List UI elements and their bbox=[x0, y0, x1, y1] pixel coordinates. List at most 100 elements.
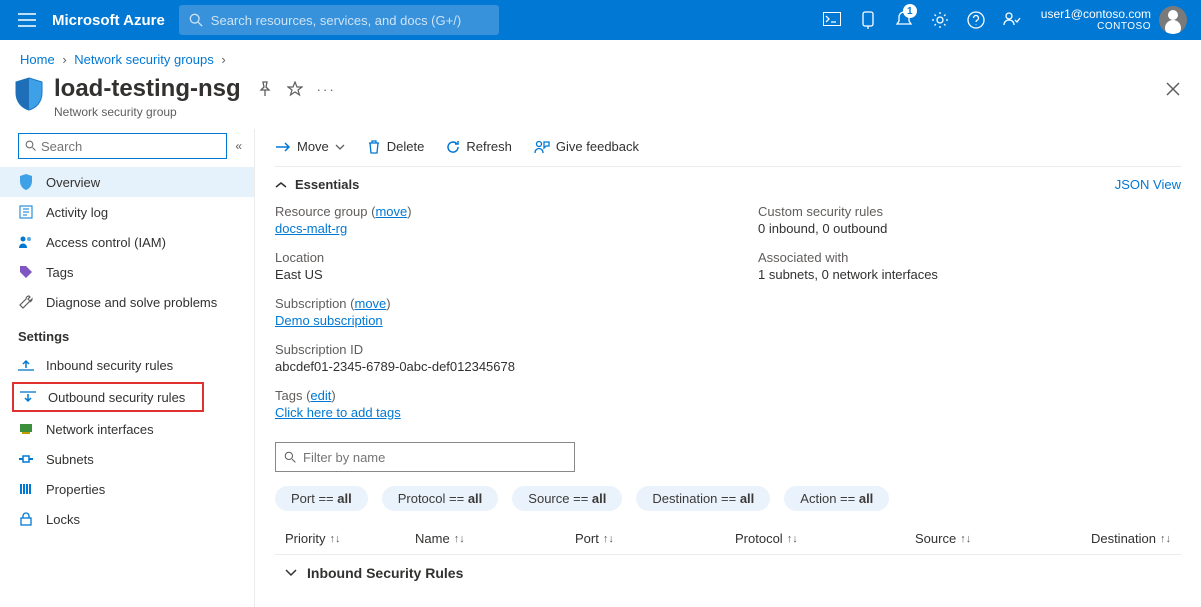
cloud-shell-icon[interactable] bbox=[815, 0, 849, 40]
feedback-icon[interactable] bbox=[995, 0, 1029, 40]
shield-icon bbox=[18, 174, 34, 190]
arrow-right-icon bbox=[275, 141, 291, 153]
inbound-section-label: Inbound Security Rules bbox=[307, 565, 463, 581]
trash-icon bbox=[367, 140, 381, 154]
move-rg-link[interactable]: move bbox=[375, 204, 407, 219]
filter-input[interactable] bbox=[303, 450, 566, 465]
search-icon bbox=[189, 13, 203, 27]
sort-icon: ↑↓ bbox=[960, 533, 971, 545]
essentials-header[interactable]: Essentials JSON View bbox=[275, 166, 1181, 196]
breadcrumb-nsg[interactable]: Network security groups bbox=[74, 52, 213, 67]
nic-icon bbox=[18, 421, 34, 437]
sidebar-item-subnets[interactable]: Subnets bbox=[0, 444, 254, 474]
breadcrumb-home[interactable]: Home bbox=[20, 52, 55, 67]
subscription-label: Subscription (move) bbox=[275, 296, 698, 311]
sidebar-item-access-control[interactable]: Access control (IAM) bbox=[0, 227, 254, 257]
sidebar-item-network-interfaces[interactable]: Network interfaces bbox=[0, 414, 254, 444]
sidebar-search[interactable] bbox=[18, 133, 227, 159]
search-icon bbox=[25, 140, 37, 152]
edit-tags-link[interactable]: edit bbox=[310, 388, 331, 403]
directories-icon[interactable] bbox=[851, 0, 885, 40]
sort-icon: ↑↓ bbox=[1160, 533, 1171, 545]
sidebar-item-properties[interactable]: Properties bbox=[0, 474, 254, 504]
sidebar-item-tags[interactable]: Tags bbox=[0, 257, 254, 287]
sidebar-item-label: Tags bbox=[46, 265, 73, 280]
help-icon[interactable] bbox=[959, 0, 993, 40]
inbound-section-toggle[interactable]: Inbound Security Rules bbox=[275, 554, 1181, 587]
move-label: Move bbox=[297, 139, 329, 154]
subnet-icon bbox=[18, 451, 34, 467]
resource-title-row: load-testing-nsg Network security group … bbox=[0, 75, 1201, 129]
add-tags-link[interactable]: Click here to add tags bbox=[275, 405, 401, 420]
location-label: Location bbox=[275, 250, 698, 265]
close-icon[interactable] bbox=[1165, 81, 1181, 97]
refresh-button[interactable]: Refresh bbox=[446, 139, 512, 154]
chevron-right-icon: › bbox=[62, 52, 66, 67]
sidebar-item-activity-log[interactable]: Activity log bbox=[0, 197, 254, 227]
hamburger-icon[interactable] bbox=[8, 13, 46, 27]
more-icon[interactable]: ··· bbox=[317, 82, 336, 97]
sidebar-item-locks[interactable]: Locks bbox=[0, 504, 254, 534]
user-menu[interactable]: user1@contoso.com CONTOSO bbox=[1029, 6, 1193, 34]
json-view-link[interactable]: JSON View bbox=[1115, 177, 1181, 192]
sidebar-item-label: Locks bbox=[46, 512, 80, 527]
global-search[interactable] bbox=[179, 5, 499, 35]
delete-button[interactable]: Delete bbox=[367, 139, 425, 154]
col-source[interactable]: Source↑↓ bbox=[915, 531, 1075, 546]
sidebar-item-label: Properties bbox=[46, 482, 105, 497]
rules-table-header: Priority↑↓ Name↑↓ Port↑↓ Protocol↑↓ Sour… bbox=[275, 523, 1181, 554]
resource-group-link[interactable]: docs-malt-rg bbox=[275, 221, 347, 236]
inbound-icon bbox=[18, 357, 34, 373]
sidebar-item-outbound-rules[interactable]: Outbound security rules bbox=[12, 382, 204, 412]
pill-action[interactable]: Action == all bbox=[784, 486, 889, 511]
chevron-up-icon bbox=[275, 181, 287, 189]
location-value: East US bbox=[275, 267, 698, 282]
breadcrumb: Home › Network security groups › bbox=[0, 40, 1201, 75]
resource-group-label: Resource group (move) bbox=[275, 204, 698, 219]
notification-badge: 1 bbox=[903, 4, 917, 18]
custom-rules-value: 0 inbound, 0 outbound bbox=[758, 221, 1181, 236]
sidebar-item-label: Subnets bbox=[46, 452, 94, 467]
people-icon bbox=[18, 234, 34, 250]
sidebar-item-inbound-rules[interactable]: Inbound security rules bbox=[0, 350, 254, 380]
refresh-icon bbox=[446, 140, 460, 154]
sidebar-item-diagnose[interactable]: Diagnose and solve problems bbox=[0, 287, 254, 317]
sidebar-item-label: Access control (IAM) bbox=[46, 235, 166, 250]
sidebar-item-overview[interactable]: Overview bbox=[0, 167, 254, 197]
filter-by-name[interactable] bbox=[275, 442, 575, 472]
pin-icon[interactable] bbox=[257, 81, 273, 97]
collapse-sidebar-icon[interactable]: « bbox=[235, 139, 242, 153]
essentials-grid: Resource group (move) docs-malt-rg Locat… bbox=[275, 196, 1181, 434]
sidebar-search-input[interactable] bbox=[41, 139, 220, 154]
col-protocol[interactable]: Protocol↑↓ bbox=[735, 531, 915, 546]
settings-icon[interactable] bbox=[923, 0, 957, 40]
subscription-id-value: abcdef01-2345-6789-0abc-def012345678 bbox=[275, 359, 698, 374]
col-destination[interactable]: Destination↑↓ bbox=[1075, 531, 1181, 546]
user-tenant: CONTOSO bbox=[1041, 21, 1151, 32]
sidebar-item-label: Diagnose and solve problems bbox=[46, 295, 217, 310]
pill-protocol[interactable]: Protocol == all bbox=[382, 486, 499, 511]
sidebar-item-label: Outbound security rules bbox=[48, 390, 185, 405]
brand-label[interactable]: Microsoft Azure bbox=[46, 12, 179, 29]
pill-source[interactable]: Source == all bbox=[512, 486, 622, 511]
star-icon[interactable] bbox=[287, 81, 303, 97]
col-priority[interactable]: Priority↑↓ bbox=[275, 531, 415, 546]
move-button[interactable]: Move bbox=[275, 139, 345, 154]
subscription-link[interactable]: Demo subscription bbox=[275, 313, 383, 328]
command-bar: Move Delete Refresh bbox=[275, 135, 1181, 166]
move-sub-link[interactable]: move bbox=[355, 296, 387, 311]
sidebar: « Overview Activity log Access control (… bbox=[0, 129, 255, 607]
feedback-button[interactable]: Give feedback bbox=[534, 139, 639, 154]
notifications-icon[interactable]: 1 bbox=[887, 0, 921, 40]
essentials-label: Essentials bbox=[295, 177, 359, 192]
search-icon bbox=[284, 451, 297, 464]
pill-port[interactable]: Port == all bbox=[275, 486, 368, 511]
global-search-input[interactable] bbox=[211, 13, 489, 28]
col-port[interactable]: Port↑↓ bbox=[575, 531, 735, 546]
col-name[interactable]: Name↑↓ bbox=[415, 531, 575, 546]
pill-destination[interactable]: Destination == all bbox=[636, 486, 770, 511]
sidebar-item-label: Inbound security rules bbox=[46, 358, 173, 373]
sidebar-item-label: Network interfaces bbox=[46, 422, 154, 437]
delete-label: Delete bbox=[387, 139, 425, 154]
person-feedback-icon bbox=[534, 140, 550, 154]
